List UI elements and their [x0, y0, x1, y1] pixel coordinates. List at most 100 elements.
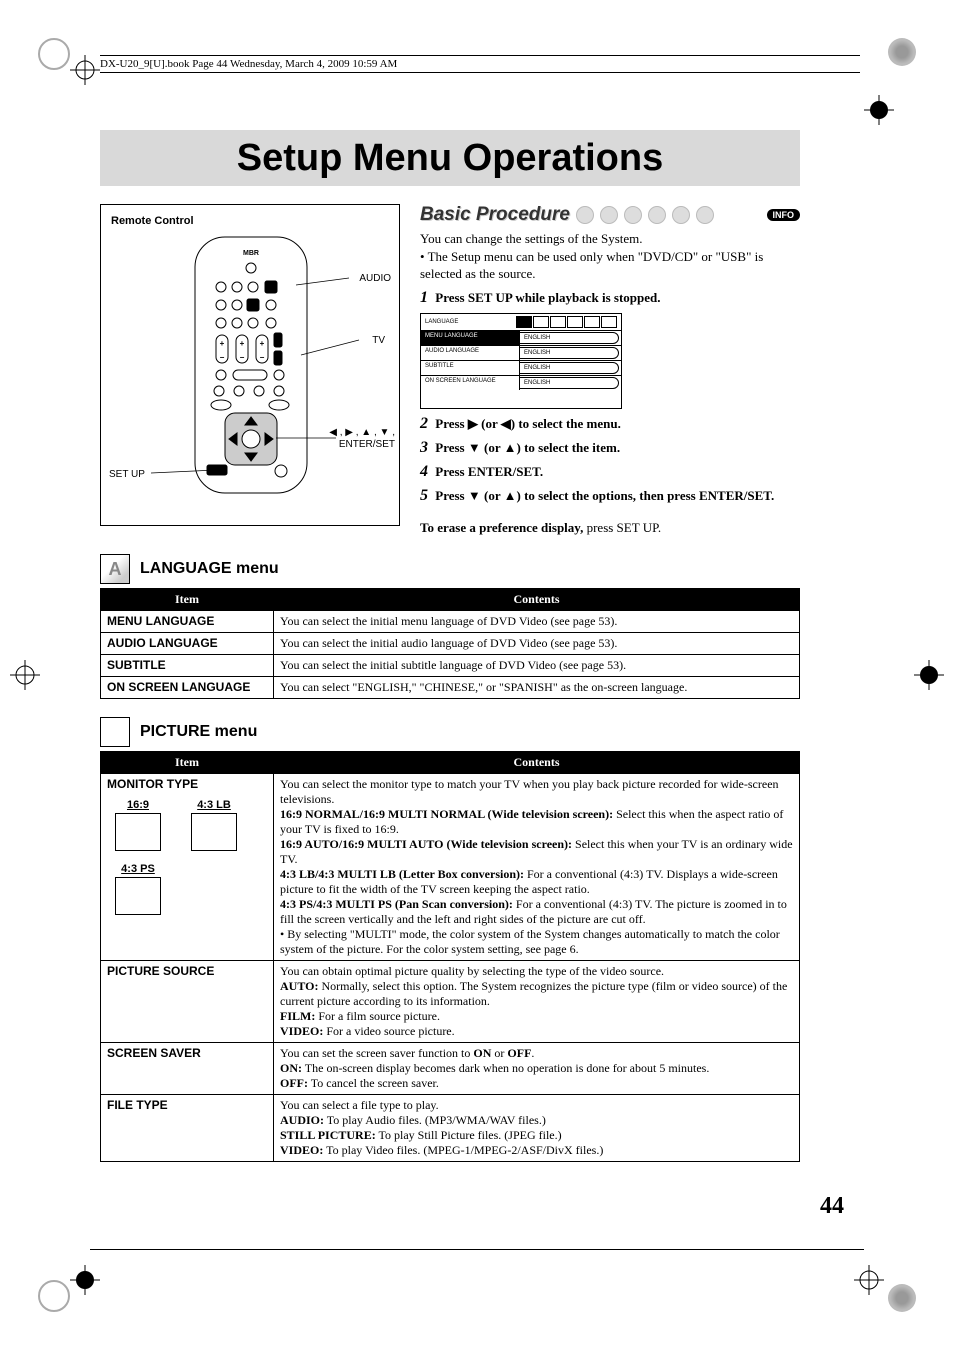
disc-icon [672, 206, 690, 224]
table-header: Item [101, 589, 274, 611]
disc-icon [600, 206, 618, 224]
step-number: 1 [420, 289, 428, 306]
item-label: MONITOR TYPE [107, 777, 198, 791]
basic-procedure-heading: Basic Procedure INFO [420, 204, 800, 226]
step-4: 4 Press ENTER/SET. [420, 463, 800, 481]
content: Setup Menu Operations Remote Control MBR [100, 130, 800, 1162]
osd-tabs-icon [516, 316, 617, 328]
remote-label-enter: ENTER/SET [339, 439, 395, 450]
down-arrow-icon: ▼ [468, 440, 481, 455]
step-5: 5 Press ▼ (or ▲) to select the options, … [420, 487, 800, 505]
step-text: Press ENTER/SET. [435, 464, 543, 479]
page-title: Setup Menu Operations [100, 130, 800, 186]
remote-label-arrows: ◀ , ▶ , ▲ , ▼ , [329, 427, 395, 438]
svg-text:+: + [260, 339, 265, 348]
crop-mark-icon [70, 55, 100, 85]
step-number: 3 [420, 439, 428, 456]
language-menu-heading: A LANGUAGE menu [100, 554, 800, 584]
remote-label-setup: SET UP [109, 469, 145, 480]
table-row: SCREEN SAVER You can set the screen save… [101, 1043, 800, 1095]
osd-val: ENGLISH [519, 362, 619, 374]
osd-val: ENGLISH [519, 332, 619, 344]
intro-line: The Setup menu can be used only when "DV… [420, 248, 800, 283]
corner-ring-icon [38, 38, 70, 70]
heading-text: Basic Procedure [420, 204, 570, 226]
remote-title: Remote Control [111, 215, 194, 227]
table-header: Contents [274, 589, 800, 611]
menu-chip-icon: A [100, 554, 130, 584]
table-row: PICTURE SOURCE You can obtain optimal pi… [101, 961, 800, 1043]
table-header: Contents [274, 752, 800, 774]
language-menu-table: Item Contents MENU LANGUAGEYou can selec… [100, 588, 800, 699]
item-label: PICTURE SOURCE [101, 961, 274, 1043]
heading-text: PICTURE menu [140, 723, 257, 741]
osd-key: AUDIO LANGUAGE [421, 346, 520, 360]
disc-icon [576, 206, 594, 224]
svg-text:−: − [240, 353, 245, 362]
table-row: ON SCREEN LANGUAGEYou can select "ENGLIS… [101, 677, 800, 699]
osd-title: LANGUAGE [425, 319, 458, 325]
crop-mark-icon [854, 1265, 884, 1295]
down-arrow-icon: ▼ [468, 488, 481, 503]
erase-note: To erase a preference display, press SET… [420, 519, 800, 537]
book-header: DX-U20_9[U].book Page 44 Wednesday, Marc… [100, 55, 860, 73]
remote-icon: MBR + + + − [191, 235, 311, 495]
disc-icon [648, 206, 666, 224]
svg-text:+: + [220, 339, 225, 348]
menu-chip-icon [100, 717, 130, 747]
tv-43ps-icon [115, 877, 161, 915]
item-label: FILE TYPE [101, 1095, 274, 1162]
osd-preview: LANGUAGE MENU LANGUAGEENGLISH AUDIO LANG… [420, 313, 622, 409]
remote-label-audio: AUDIO [359, 273, 391, 284]
page: DX-U20_9[U].book Page 44 Wednesday, Marc… [0, 0, 954, 1350]
up-arrow-icon: ▲ [504, 488, 517, 503]
corner-ring-icon [38, 1280, 70, 1312]
svg-text:−: − [220, 353, 225, 362]
step-2: 2 Press ▶ (or ◀) to select the menu. [420, 415, 800, 433]
svg-text:+: + [240, 339, 245, 348]
corner-ring-icon [888, 38, 916, 66]
osd-val: ENGLISH [519, 377, 619, 389]
osd-key: SUBTITLE [421, 361, 520, 375]
crop-mark-icon [70, 1265, 100, 1295]
tv-169-icon [115, 813, 161, 851]
table-row: FILE TYPE You can select a file type to … [101, 1095, 800, 1162]
step-number: 2 [420, 415, 428, 432]
crop-mark-icon [10, 660, 40, 690]
intro-text: You can change the settings of the Syste… [420, 230, 800, 283]
heading-text: LANGUAGE menu [140, 560, 279, 578]
step-1: 1 Press SET UP while playback is stopped… [420, 289, 800, 307]
intro-line: You can change the settings of the Syste… [420, 230, 800, 248]
svg-text:−: − [260, 353, 265, 362]
svg-text:MBR: MBR [243, 250, 259, 257]
disc-icon [624, 206, 642, 224]
page-number: 44 [820, 1193, 844, 1220]
crop-mark-icon [864, 95, 894, 125]
up-arrow-icon: ▲ [504, 440, 517, 455]
info-pill: INFO [767, 209, 801, 221]
table-row: SUBTITLEYou can select the initial subti… [101, 655, 800, 677]
step-text: Press SET UP while playback is stopped. [435, 290, 660, 305]
table-row: MENU LANGUAGEYou can select the initial … [101, 611, 800, 633]
step-number: 5 [420, 487, 428, 504]
remote-control-panel: Remote Control MBR + [100, 204, 400, 526]
picture-menu-heading: PICTURE menu [100, 717, 800, 747]
step-3: 3 Press ▼ (or ▲) to select the item. [420, 439, 800, 457]
step-number: 4 [420, 463, 428, 480]
right-arrow-icon: ▶ [468, 416, 478, 431]
left-arrow-icon: ◀ [501, 416, 511, 431]
table-header: Item [101, 752, 274, 774]
crop-mark-icon [914, 660, 944, 690]
osd-key: ON SCREEN LANGUAGE [421, 376, 520, 390]
table-row: MONITOR TYPE 16:9 4:3 LB 4:3 PS You can … [101, 774, 800, 961]
osd-key: MENU LANGUAGE [421, 331, 520, 345]
footer-rule [90, 1249, 864, 1250]
osd-val: ENGLISH [519, 347, 619, 359]
corner-ring-icon [888, 1284, 916, 1312]
table-row: AUDIO LANGUAGEYou can select the initial… [101, 633, 800, 655]
tv-43lb-icon [191, 813, 237, 851]
disc-icon [696, 206, 714, 224]
remote-label-tv: TV [372, 335, 385, 346]
item-label: SCREEN SAVER [101, 1043, 274, 1095]
picture-menu-table: Item Contents MONITOR TYPE 16:9 4:3 LB 4… [100, 751, 800, 1162]
